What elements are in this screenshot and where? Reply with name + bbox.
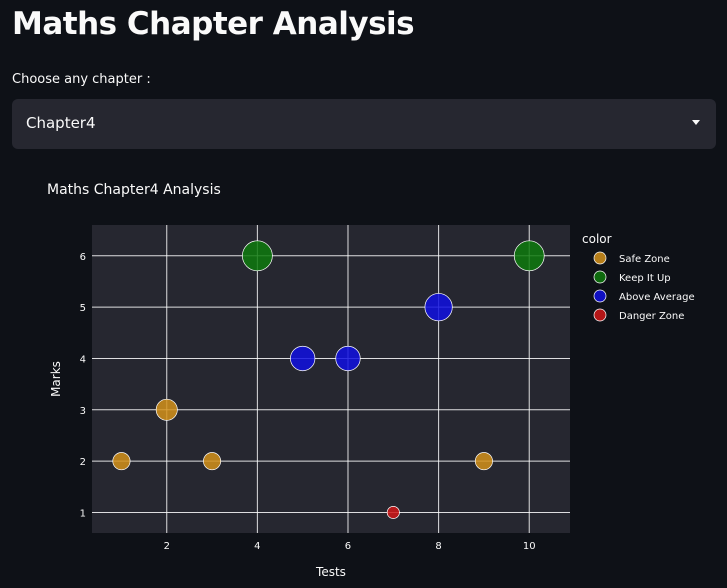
data-point[interactable] bbox=[242, 240, 273, 272]
data-point[interactable] bbox=[112, 452, 131, 471]
legend-title: color bbox=[582, 232, 612, 246]
x-tick-label: 4 bbox=[254, 541, 260, 552]
legend-marker[interactable] bbox=[593, 308, 607, 322]
data-point[interactable] bbox=[424, 293, 453, 322]
data-point[interactable] bbox=[513, 240, 545, 272]
data-point[interactable] bbox=[386, 505, 400, 519]
data-point[interactable] bbox=[155, 398, 178, 421]
legend-label: Keep It Up bbox=[619, 273, 671, 284]
legend-marker[interactable] bbox=[593, 251, 607, 265]
page-title: Maths Chapter Analysis bbox=[12, 6, 415, 42]
chapter-select[interactable]: Chapter4 bbox=[12, 99, 716, 149]
legend-marker[interactable] bbox=[593, 289, 607, 303]
y-tick-label: 1 bbox=[80, 508, 86, 519]
x-tick-label: 2 bbox=[164, 541, 170, 552]
x-tick-label: 10 bbox=[523, 541, 536, 552]
data-point[interactable] bbox=[474, 452, 493, 471]
chevron-down-icon bbox=[692, 120, 700, 125]
legend-label: Above Average bbox=[619, 292, 695, 303]
chapter-select-value: Chapter4 bbox=[26, 114, 96, 132]
x-tick-label: 8 bbox=[435, 541, 441, 552]
legend-label: Safe Zone bbox=[619, 254, 670, 265]
bubble-chart: Maths Chapter4 Analysis2 4 6 8 10123456Tests… bbox=[47, 182, 695, 579]
y-tick-label: 2 bbox=[80, 457, 86, 468]
y-axis-title: Marks bbox=[49, 361, 63, 397]
chart-title: Maths Chapter4 Analysis bbox=[47, 182, 221, 198]
legend-label: Danger Zone bbox=[619, 311, 684, 322]
chapter-select-label: Choose any chapter : bbox=[12, 72, 151, 87]
data-point[interactable] bbox=[335, 345, 361, 372]
y-tick-label: 6 bbox=[80, 252, 86, 263]
data-point[interactable] bbox=[290, 345, 316, 372]
x-axis-title: Tests bbox=[315, 565, 346, 579]
x-tick-label: 6 bbox=[345, 541, 351, 552]
y-tick-label: 5 bbox=[80, 303, 86, 314]
y-tick-label: 3 bbox=[80, 406, 86, 417]
plot-area bbox=[92, 225, 570, 533]
data-point[interactable] bbox=[203, 452, 222, 471]
y-tick-label: 4 bbox=[80, 354, 86, 365]
legend-marker[interactable] bbox=[593, 270, 607, 284]
